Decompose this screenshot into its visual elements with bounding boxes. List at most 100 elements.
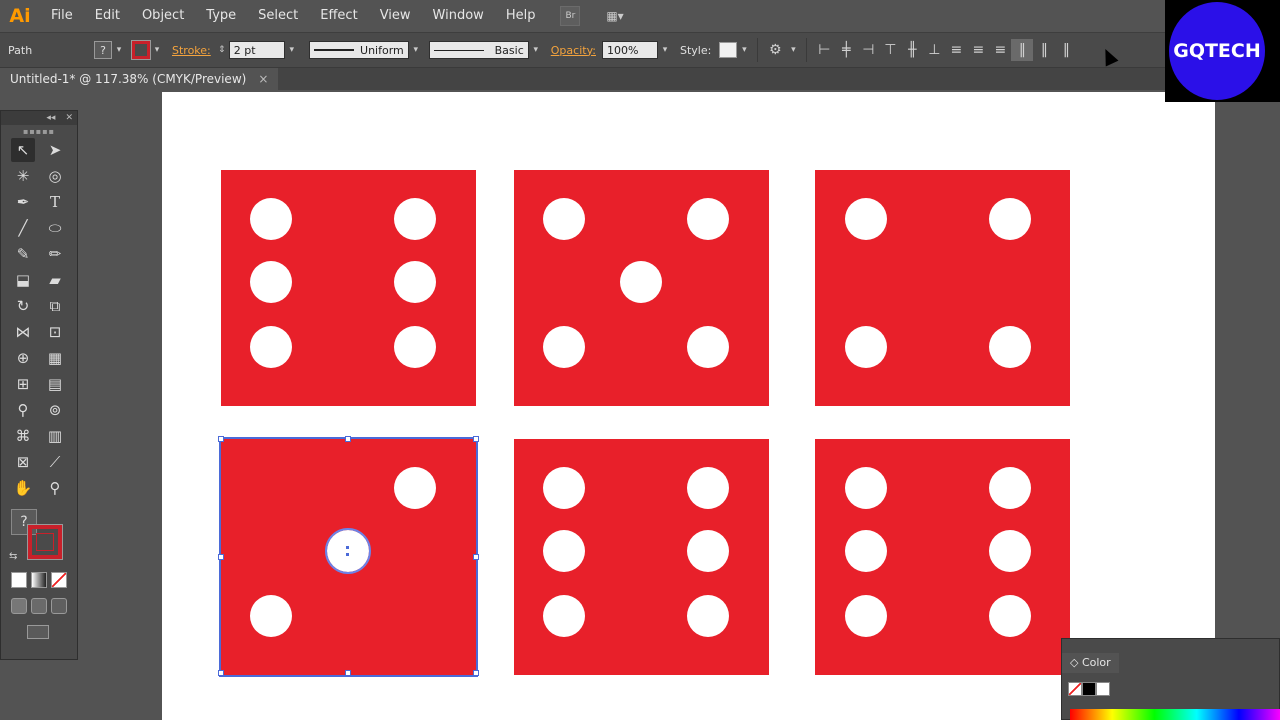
pip[interactable]	[687, 595, 729, 637]
align-bottom-icon[interactable]: ⊥	[923, 39, 945, 61]
opacity-input[interactable]: 100%	[601, 41, 658, 59]
document-tab[interactable]: Untitled-1* @ 117.38% (CMYK/Preview) ×	[0, 68, 279, 90]
menu-help[interactable]: Help	[495, 0, 547, 32]
blend-tool-icon[interactable]: ⊚	[43, 398, 67, 422]
color-panel-tab[interactable]: ◇ Color	[1062, 653, 1119, 673]
pip[interactable]	[845, 198, 887, 240]
die-three-bottom-left[interactable]	[218, 436, 479, 677]
distribute-hcenter-icon[interactable]: ‖	[1033, 39, 1055, 61]
style-dropdown-icon[interactable]: ▾	[737, 41, 751, 59]
stroke-swatch-tool[interactable]	[27, 524, 63, 560]
distribute-vcenter-icon[interactable]: ≡	[967, 39, 989, 61]
fill-swatch[interactable]: ?	[94, 41, 112, 59]
selection-handle[interactable]	[218, 670, 224, 676]
opacity-label[interactable]: Opacity:	[551, 44, 596, 57]
mesh-tool-icon[interactable]: ⊞	[11, 372, 35, 396]
direct-selection-tool-icon[interactable]: ➤	[43, 138, 67, 162]
menu-file[interactable]: File	[40, 0, 84, 32]
distribute-right-icon[interactable]: ‖	[1055, 39, 1077, 61]
pip[interactable]	[394, 467, 436, 509]
pip[interactable]	[394, 198, 436, 240]
tools-panel-header[interactable]: ◂◂ ✕	[1, 111, 77, 125]
selection-handle[interactable]	[473, 554, 479, 560]
align-right-icon[interactable]: ⊣	[857, 39, 879, 61]
slice-tool-icon[interactable]: ⟋	[43, 450, 67, 474]
pip[interactable]	[989, 467, 1031, 509]
hand-tool-icon[interactable]: ✋	[11, 476, 35, 500]
die-six-bottom-middle[interactable]	[514, 439, 769, 675]
graphic-style-swatch[interactable]	[719, 42, 738, 58]
close-panel-icon[interactable]: ✕	[65, 113, 73, 123]
draw-inside-icon[interactable]	[51, 598, 67, 614]
pip[interactable]	[543, 595, 585, 637]
die-five-top-middle[interactable]	[514, 170, 769, 406]
stroke-weight-dropdown-icon[interactable]: ▾	[285, 41, 299, 59]
artboard-tool-icon[interactable]: ⊠	[11, 450, 35, 474]
pip[interactable]	[543, 467, 585, 509]
shape-builder-tool-icon[interactable]: ⊕	[11, 346, 35, 370]
distribute-top-icon[interactable]: ≡	[945, 39, 967, 61]
distribute-left-icon[interactable]: ‖	[1011, 39, 1034, 61]
width-tool-icon[interactable]: ⋈	[11, 320, 35, 344]
fill-stroke-control[interactable]: ? ⇆	[1, 507, 77, 567]
scale-tool-icon[interactable]: ⧉	[43, 294, 67, 318]
pip[interactable]	[250, 261, 292, 303]
selection-handle[interactable]	[345, 436, 351, 442]
eyedropper-tool-icon[interactable]: ⚲	[11, 398, 35, 422]
menu-type[interactable]: Type	[195, 0, 247, 32]
menu-view[interactable]: View	[369, 0, 422, 32]
menu-edit[interactable]: Edit	[84, 0, 131, 32]
white-swatch[interactable]	[1096, 682, 1110, 696]
pip[interactable]	[543, 530, 585, 572]
ellipse-tool-icon[interactable]: ⬭	[43, 216, 67, 240]
magic-wand-tool-icon[interactable]: ✳	[11, 164, 35, 188]
arrange-documents-button[interactable]: ▦▾	[602, 6, 627, 26]
pip[interactable]	[845, 530, 887, 572]
pip[interactable]	[620, 261, 662, 303]
close-icon[interactable]: ×	[258, 68, 268, 90]
selection-handle[interactable]	[345, 670, 351, 676]
free-transform-tool-icon[interactable]: ⊡	[43, 320, 67, 344]
brush-definition[interactable]: Basic	[428, 41, 529, 59]
distribute-bottom-icon[interactable]: ≡	[989, 39, 1011, 61]
stroke-stepper-icon[interactable]: ⇕	[215, 41, 229, 59]
pip[interactable]	[543, 198, 585, 240]
panel-grip-icon[interactable]: ▪▪▪▪▪	[1, 125, 77, 137]
pip[interactable]	[989, 198, 1031, 240]
color-spectrum[interactable]	[1070, 709, 1280, 720]
fill-dropdown-icon[interactable]: ▾	[112, 41, 126, 59]
pip[interactable]	[989, 326, 1031, 368]
selection-tool-icon[interactable]: ↖	[11, 138, 35, 162]
pip[interactable]	[845, 595, 887, 637]
pip[interactable]	[250, 326, 292, 368]
die-six-top-left[interactable]	[221, 170, 476, 406]
none-mode-icon[interactable]	[51, 572, 67, 588]
pip[interactable]	[687, 467, 729, 509]
pip[interactable]	[394, 261, 436, 303]
lasso-tool-icon[interactable]: ◎	[43, 164, 67, 188]
pip-selected[interactable]	[325, 528, 371, 574]
swap-fill-stroke-icon[interactable]: ⇆	[9, 551, 17, 562]
selection-handle[interactable]	[473, 670, 479, 676]
pip[interactable]	[989, 595, 1031, 637]
perspective-grid-tool-icon[interactable]: ▦	[43, 346, 67, 370]
stroke-dropdown-icon[interactable]: ▾	[150, 41, 164, 59]
paintbrush-tool-icon[interactable]: ✎	[11, 242, 35, 266]
recolor-dropdown-icon[interactable]: ▾	[786, 41, 800, 59]
draw-normal-icon[interactable]	[11, 598, 27, 614]
stroke-weight-input[interactable]: 2 pt	[228, 41, 285, 59]
align-top-icon[interactable]: ⊤	[879, 39, 901, 61]
menu-effect[interactable]: Effect	[309, 0, 368, 32]
brush-dropdown-icon[interactable]: ▾	[529, 41, 543, 59]
screen-mode-icon[interactable]	[27, 625, 49, 639]
zoom-tool-icon[interactable]: ⚲	[43, 476, 67, 500]
stroke-label[interactable]: Stroke:	[172, 44, 211, 57]
column-graph-tool-icon[interactable]: ▥	[43, 424, 67, 448]
blob-brush-tool-icon[interactable]: ⬓	[11, 268, 35, 292]
align-left-icon[interactable]: ⊢	[813, 39, 835, 61]
collapse-icon[interactable]: ◂◂	[46, 113, 55, 123]
stroke-swatch[interactable]	[131, 40, 151, 60]
black-swatch[interactable]	[1082, 682, 1096, 696]
menu-select[interactable]: Select	[247, 0, 309, 32]
none-swatch[interactable]	[1068, 682, 1082, 696]
